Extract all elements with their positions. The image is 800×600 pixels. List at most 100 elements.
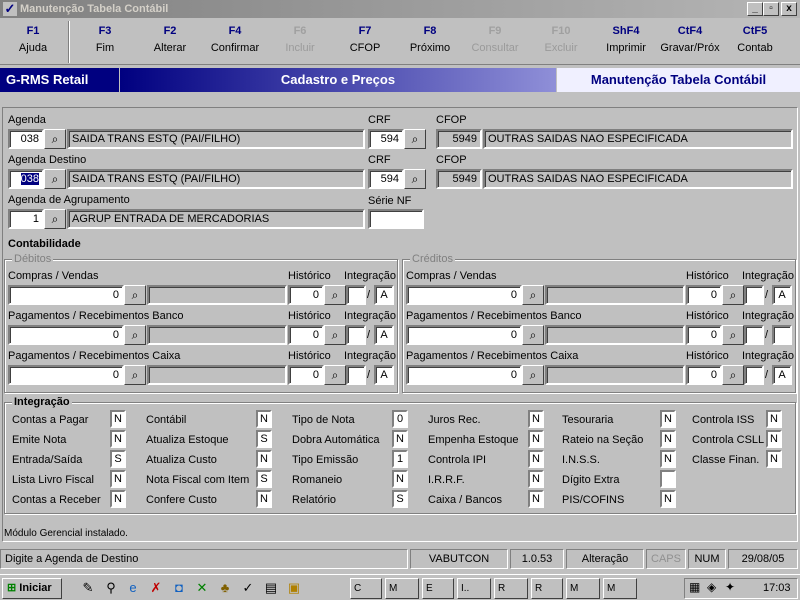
network-icon[interactable]: ▦	[689, 580, 700, 594]
start-button[interactable]: ⊞ Iniciar	[2, 578, 62, 599]
task-button[interactable]: I..	[457, 578, 491, 599]
integracao-option-field[interactable]: N	[256, 490, 272, 508]
search-icon[interactable]: ⚲	[103, 580, 119, 596]
integracao-option-field[interactable]: N	[660, 490, 676, 508]
debitos-integracao-field-b[interactable]: A	[374, 285, 394, 305]
binoculars-icon[interactable]: ⌕	[522, 325, 544, 345]
integracao-option-field[interactable]: N	[766, 450, 782, 468]
creditos-account-field[interactable]: 0	[406, 325, 522, 345]
binoculars-icon[interactable]: ⌕	[404, 169, 426, 189]
debitos-integracao-field-a[interactable]	[346, 365, 366, 385]
tools-icon[interactable]: ♣	[217, 580, 233, 596]
creditos-integracao-field-b[interactable]: A	[772, 365, 792, 385]
integracao-option-field[interactable]: N	[110, 410, 126, 428]
binoculars-icon[interactable]: ⌕	[522, 285, 544, 305]
integracao-option-field[interactable]: N	[110, 470, 126, 488]
creditos-integracao-field-b[interactable]: A	[772, 285, 792, 305]
creditos-historico-field[interactable]: 0	[686, 285, 722, 305]
f6-insert-button[interactable]: F6 Incluir	[267, 23, 333, 63]
creditos-historico-field[interactable]: 0	[686, 325, 722, 345]
integracao-option-field[interactable]: N	[528, 450, 544, 468]
integracao-option-field[interactable]: N	[660, 410, 676, 428]
integracao-option-field[interactable]: N	[660, 430, 676, 448]
agenda-agrupamento-code-field[interactable]: 1	[8, 209, 44, 229]
integracao-option-field[interactable]: N	[256, 410, 272, 428]
f4-confirm-button[interactable]: F4 Confirmar	[202, 23, 268, 63]
outlook-icon[interactable]: ◘	[171, 580, 187, 596]
integracao-option-field[interactable]: N	[528, 410, 544, 428]
integracao-option-field[interactable]: N	[528, 490, 544, 508]
debitos-account-field[interactable]: 0	[8, 285, 124, 305]
debitos-historico-field[interactable]: 0	[288, 365, 324, 385]
binoculars-icon[interactable]: ⌕	[722, 325, 744, 345]
binoculars-icon[interactable]: ⌕	[44, 209, 66, 229]
integracao-option-field[interactable]: N	[256, 450, 272, 468]
creditos-integracao-field-a[interactable]	[744, 285, 764, 305]
integracao-option-field[interactable]: N	[766, 430, 782, 448]
f9-query-button[interactable]: F9 Consultar	[462, 23, 528, 63]
creditos-integracao-field-a[interactable]	[744, 325, 764, 345]
f10-delete-button[interactable]: F10 Excluir	[528, 23, 594, 63]
integracao-option-field[interactable]: S	[256, 430, 272, 448]
task-button[interactable]: E	[422, 578, 454, 599]
integracao-option-field[interactable]: 1	[392, 450, 408, 468]
f3-exit-button[interactable]: F3 Fim	[72, 23, 138, 63]
debitos-integracao-field-b[interactable]: A	[374, 325, 394, 345]
agenda-destino-crf-field[interactable]: 594	[368, 169, 404, 189]
binoculars-icon[interactable]: ⌕	[124, 365, 146, 385]
creditos-historico-field[interactable]: 0	[686, 365, 722, 385]
debitos-account-field[interactable]: 0	[8, 365, 124, 385]
binoculars-icon[interactable]: ⌕	[522, 365, 544, 385]
f7-cfop-button[interactable]: F7 CFOP	[332, 23, 398, 63]
creditos-account-field[interactable]: 0	[406, 285, 522, 305]
f8-next-button[interactable]: F8 Próximo	[397, 23, 463, 63]
integracao-option-field[interactable]: N	[110, 430, 126, 448]
debitos-integracao-field-b[interactable]: A	[374, 365, 394, 385]
agenda-code-field[interactable]: 038	[8, 129, 44, 149]
ie-icon[interactable]: e	[125, 580, 141, 596]
integracao-option-field[interactable]: S	[110, 450, 126, 468]
integracao-option-field[interactable]: N	[528, 470, 544, 488]
tray-app-icon[interactable]: ✦	[725, 580, 735, 594]
integracao-option-field[interactable]: N	[392, 470, 408, 488]
integracao-option-field[interactable]: 0	[392, 410, 408, 428]
creditos-account-field[interactable]: 0	[406, 365, 522, 385]
task-button[interactable]: M	[603, 578, 637, 599]
task-button[interactable]: C	[350, 578, 382, 599]
binoculars-icon[interactable]: ⌕	[44, 129, 66, 149]
f2-edit-button[interactable]: F2 Alterar	[137, 23, 203, 63]
ctf4-save-next-button[interactable]: CtF4 Gravar/Próx	[657, 23, 723, 63]
task-button[interactable]: M	[566, 578, 600, 599]
maximize-button[interactable]: ▫	[763, 2, 779, 16]
task-button[interactable]: M	[385, 578, 419, 599]
serie-nf-field[interactable]	[368, 209, 424, 229]
integracao-option-field[interactable]: S	[392, 490, 408, 508]
integracao-option-field[interactable]: N	[110, 490, 126, 508]
integracao-option-field[interactable]: N	[528, 430, 544, 448]
f1-help-button[interactable]: F1 Ajuda	[0, 23, 66, 63]
binoculars-icon[interactable]: ⌕	[722, 365, 744, 385]
debitos-integracao-field-a[interactable]	[346, 285, 366, 305]
agenda-crf-field[interactable]: 594	[368, 129, 404, 149]
creditos-integracao-field-a[interactable]	[744, 365, 764, 385]
binoculars-icon[interactable]: ⌕	[722, 285, 744, 305]
binoculars-icon[interactable]: ⌕	[44, 169, 66, 189]
debitos-integracao-field-a[interactable]	[346, 325, 366, 345]
binoculars-icon[interactable]: ⌕	[324, 325, 346, 345]
debitos-historico-field[interactable]: 0	[288, 285, 324, 305]
volume-icon[interactable]: ◈	[707, 580, 716, 594]
integracao-option-field[interactable]: S	[256, 470, 272, 488]
binoculars-icon[interactable]: ⌕	[324, 285, 346, 305]
binoculars-icon[interactable]: ⌕	[404, 129, 426, 149]
task-button[interactable]: R	[494, 578, 528, 599]
ctf5-contab-button[interactable]: CtF5 Contab	[722, 23, 788, 63]
binoculars-icon[interactable]: ⌕	[124, 285, 146, 305]
task-button[interactable]: R	[531, 578, 563, 599]
notepad-icon[interactable]: ✎	[80, 580, 96, 596]
app-icon[interactable]: ✓	[240, 580, 256, 596]
integracao-option-field[interactable]: N	[660, 450, 676, 468]
close-x-icon[interactable]: ✗	[148, 580, 164, 596]
binoculars-icon[interactable]: ⌕	[324, 365, 346, 385]
folder-icon[interactable]: ▣	[286, 580, 302, 596]
close-button[interactable]: x	[781, 2, 797, 16]
